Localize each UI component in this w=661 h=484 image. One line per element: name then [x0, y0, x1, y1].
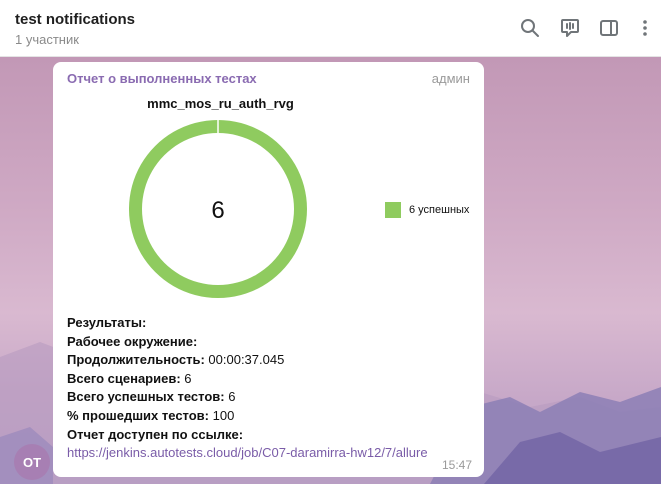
- report-link[interactable]: https://jenkins.autotests.cloud/job/C07-…: [67, 445, 428, 460]
- duration-label: Продолжительность:: [67, 352, 205, 368]
- message-time: 15:47: [441, 458, 472, 472]
- scenarios-label: Всего сценариев:: [67, 370, 181, 386]
- message-bubble: Отчет о выполненных тестах админ mmc_mos…: [53, 62, 484, 477]
- chat-title[interactable]: test notifications: [15, 11, 135, 28]
- chart-title: mmc_mos_ru_auth_rvg: [147, 96, 294, 111]
- avatar[interactable]: OT: [14, 444, 50, 480]
- legend-swatch-success: [385, 202, 401, 218]
- chat-header: test notifications 1 участник: [0, 0, 661, 57]
- report-label: Отчет доступен по ссылке:: [67, 426, 244, 442]
- passed-value: 6: [228, 389, 236, 405]
- legend-label-success: 6 успешных: [409, 204, 470, 216]
- env-label: Рабочее окружение:: [67, 333, 198, 349]
- passed-label: Всего успешных тестов:: [67, 389, 225, 405]
- sidebar-toggle-icon[interactable]: [598, 17, 620, 39]
- search-icon[interactable]: [519, 17, 541, 39]
- chat-member-count[interactable]: 1 участник: [15, 32, 79, 47]
- duration-value: 00:00:37.045: [208, 352, 285, 368]
- report-details: Результаты: Рабочее окружение: Продолжит…: [67, 314, 477, 463]
- message-sender[interactable]: Отчет о выполненных тестах: [67, 71, 257, 86]
- message-role-badge: админ: [431, 71, 470, 86]
- donut-center-value: 6: [211, 197, 224, 224]
- results-label: Результаты:: [67, 315, 147, 330]
- voice-chat-icon[interactable]: [559, 17, 581, 39]
- donut-chart: 6: [129, 120, 307, 298]
- scenarios-value: 6: [184, 370, 192, 386]
- more-icon[interactable]: [634, 17, 656, 39]
- percent-value: 100: [212, 407, 235, 423]
- percent-label: % прошедших тестов:: [67, 407, 210, 423]
